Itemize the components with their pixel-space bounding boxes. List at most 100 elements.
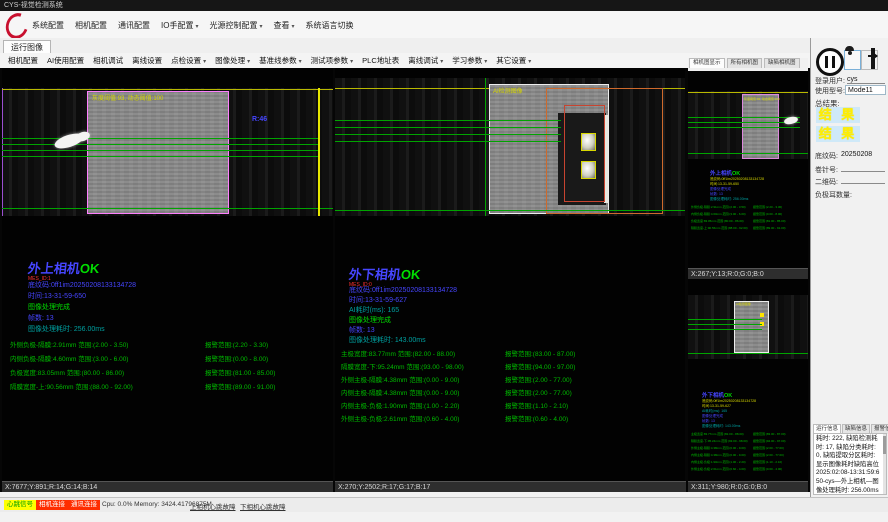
menu-item-comm-config[interactable]: 通讯配置 [118,20,150,31]
tool-plc-address-table[interactable]: PLC地址表 [362,55,399,66]
window-titlebar[interactable]: CYS-视觉检测系统 [0,0,888,11]
small-bottom-defect-1 [760,313,764,317]
measure-warn: 报警范围:(1.10 - 2.10) [505,400,568,410]
model-label: 使用型号: [815,86,845,96]
mini-measure-text: 外侧主极-隔膜:4.38mm 范围:(0.00 - 9.00) [691,446,746,450]
small-top-coords-bar: X:267;Y:13;R:0;G:0;B:0 [688,268,808,279]
small-top-info-code: 底纹码:0ff1im20250208133134728 [710,177,764,182]
middle-frames-line: 帧数: 13 [349,326,375,337]
small-top-title: 外上相机OK [710,169,740,177]
middle-camera-panel[interactable]: AI检测图像 外下相机OK MES_ID:0 底纹码:0ff1im2025020… [335,68,685,481]
small-top-info-done: 图像处理完成 [710,187,731,192]
left-electrode-region [87,91,229,214]
small-top-coords-text: X:267;Y:13;R:0;G:0;B:0 [691,271,764,278]
menu-item-light-config[interactable]: 光源控制配置 [209,20,262,31]
pause-button[interactable] [816,48,844,76]
run-log-text: 耗时: 222, 缺陷检测耗时: 17, 缺陷分类耗时: 0, 缺陷提取分区耗时… [816,435,879,494]
mini-measure-text: 内侧负极-隔膜:4.60mm 范围:(3.00 - 6.00) [691,212,746,216]
left-camera-panel[interactable]: 灰度阈值:93, 动态阈值:100 R:46 外上相机OK MES_ID:1 底… [2,68,333,481]
tool-camera-debug[interactable]: 相机调试 [93,55,123,66]
dropdown-caret-icon [245,56,250,65]
run-log-area[interactable]: 耗时: 222, 缺陷检测耗时: 17, 缺陷分类耗时: 0, 缺陷提取分区耗时… [813,433,887,495]
mini-measure-text: 内侧主极-负极:1.90mm 范围:(1.00 - 2.20) [691,460,746,464]
qr-label: 二维码: [815,177,838,187]
middle-coords-bar: X:270;Y:2502;R:17;G:17;B:17 [335,481,686,492]
left-camera-status: OK [79,261,100,276]
mini-measure-warn: 报警范围:(0.00 - 8.00) [753,212,782,217]
tool-ai-usage[interactable]: AI使用配置 [47,55,84,66]
left-measure-line-2 [2,144,320,145]
measure-text: 负极宽度:83.05mm 范围:(80.00 - 86.00) [10,370,124,377]
tool-test-params[interactable]: 测试项参数 [311,55,354,66]
measure-warn: 报警范围:(94.00 - 97.00) [505,361,575,371]
mini-measure-warn: 报警范围:(89.00 - 91.00) [753,226,786,231]
upper-camera-fault-text[interactable]: 上相机心跳故障 [190,501,236,511]
small-bottom-overlay-text: AI检测图像 [736,302,751,306]
left-pixel-value-overlay: R:46 [252,116,267,123]
tool-image-processing[interactable]: 图像处理 [215,55,250,66]
small-bottom-coords-text: X:311;Y:980;R:0;G:0;B:0 [691,484,767,491]
left-measure-row: 隔膜宽度-上:90.56mm 范围:(88.00 - 92.00)报警范围:(8… [10,381,333,394]
login-label: 登录用户: [815,76,845,86]
tool-baseline-params[interactable]: 基准线参数 [259,55,302,66]
mini-measure-warn: 报警范围:(1.10 - 2.10) [753,460,782,465]
small-tab-camera-display[interactable]: 相机图显示 [689,58,725,68]
menu-bar: 系统配置 相机配置 通讯配置 IO手配置 光源控制配置 查看 系统语言切换 [0,11,888,39]
user-login-button[interactable] [844,50,861,70]
tool-learning-params[interactable]: 学习参数 [452,55,487,66]
tab-run-image[interactable]: 运行图像 [3,40,51,54]
menu-item-io-config[interactable]: IO手配置 [161,20,198,31]
middle-done-line: 图像处理完成 [349,316,391,327]
measure-text: 隔膜宽度-上:90.56mm 范围:(88.00 - 92.00) [10,384,133,391]
logout-button[interactable] [871,50,886,68]
tool-label: 离线设置 [132,56,162,65]
small-bottom-info-time: 时间:13-31-59-627 [702,404,731,409]
login-value[interactable]: cys [847,76,885,84]
small-bottom-info-ai: AI耗时(ms): 165 [702,409,727,414]
model-value[interactable]: Mode11 [845,85,886,95]
qr-value-underline[interactable] [841,183,885,184]
small-top-line-4 [688,153,808,154]
small-top-view[interactable]: 灰度阈值:93, 动态阈值:100 外上相机OK 底纹码:0ff1im20250… [688,71,808,268]
tab-count-label: 负极耳数量: [815,190,852,200]
pin-value-underline[interactable] [841,171,885,172]
small-bottom-view[interactable]: AI检测图像 外下相机OK 底纹码:0ff1im2025020813313472… [688,279,808,481]
menu-item-system-config[interactable]: 系统配置 [32,20,64,31]
log-scrollbar-thumb[interactable] [883,436,886,454]
middle-measure-row: 外侧主极-负极:2.61mm 范围:(0.60 - 4.00)报警范围:(0.6… [341,413,681,426]
left-measure-row: 内侧负极-隔膜:4.60mm 范围:(3.00 - 6.00)报警范围:(0.0… [10,353,333,366]
tool-spotcheck-settings[interactable]: 点检设置 [171,55,206,66]
menu-label: IO手配置 [161,21,193,30]
mini-measure-warn: 报警范围:(2.00 - 77.00) [753,446,784,451]
small-bottom-meas-row: 主极宽度:83.77mm 范围:(82.00 - 88.00)报警范围:(83.… [691,432,806,437]
tool-other-settings[interactable]: 其它设置 [496,55,531,66]
heartbeat-status-chip: 心跳信号 [4,500,36,510]
small-top-line-3 [688,127,800,128]
small-bottom-meas-row: 外侧主极-隔膜:4.38mm 范围:(0.00 - 9.00) 报警范围:(2.0… [691,446,806,451]
result-block-1: 结 果 [816,107,860,123]
small-tab-all-cameras[interactable]: 所有相机图 [727,58,763,68]
left-measure-line-1 [2,138,320,139]
tool-label: 基准线参数 [259,56,297,65]
menu-item-camera-config[interactable]: 相机配置 [75,20,107,31]
small-tab-defect-cameras[interactable]: 缺陷相机图 [764,58,800,68]
measure-text: 内侧负极-隔膜:4.60mm 范围:(3.00 - 6.00) [10,356,128,363]
mini-measure-warn: 报警范围:(2.20 - 3.30) [753,205,782,210]
menu-item-language-switch[interactable]: 系统语言切换 [306,20,354,31]
tool-offline-settings[interactable]: 离线设置 [132,55,162,66]
tool-label: AI使用配置 [47,56,84,65]
mini-measure-warn: 报警范围:(2.00 - 77.00) [753,453,784,458]
menu-item-view[interactable]: 查看 [273,20,294,31]
small-top-meas-row: 外侧负极-隔膜:2.91mm 范围:(2.00 - 3.50)报警范围:(2.2… [691,205,806,210]
log-scrollbar[interactable] [883,434,886,494]
middle-time-line: 时间:13-31-59-627 [349,296,407,307]
middle-measure-row: 内侧主极-隔膜:4.38mm 范围:(0.00 - 9.00)报警范围:(2.0… [341,387,681,400]
middle-camera-image: AI检测图像 [335,78,685,216]
tool-camera-config[interactable]: 相机配置 [8,55,38,66]
middle-measure-line-3 [335,134,561,135]
mini-measure-text: 负极宽度:83.05mm 范围:(80.00 - 86.00) [691,219,744,223]
tool-offline-debug[interactable]: 离线调试 [408,55,443,66]
left-measure-line-4 [2,156,320,157]
small-top-yellow-line [688,92,808,93]
lower-camera-fault-text[interactable]: 下相机心跳故障 [240,501,286,511]
